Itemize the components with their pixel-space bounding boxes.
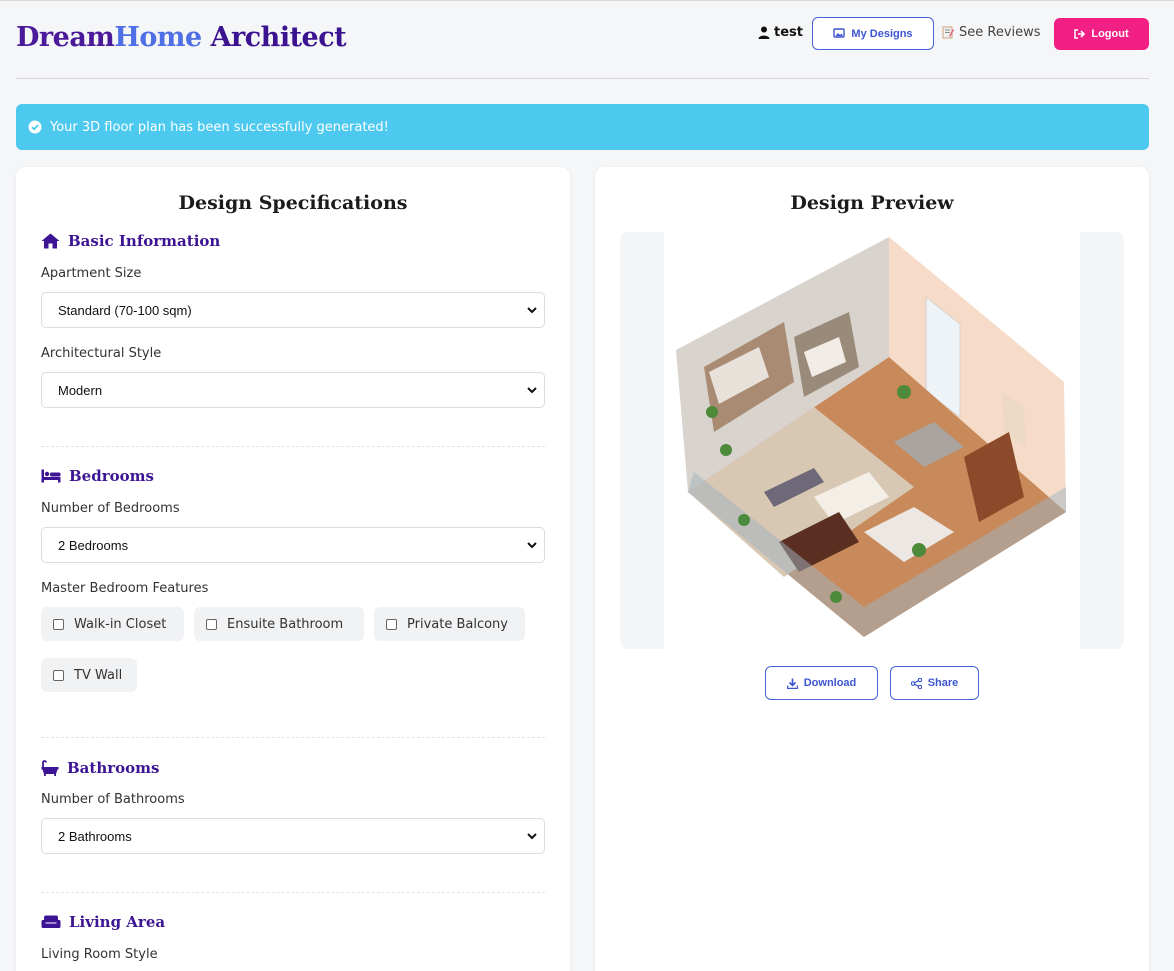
floor-plan-3d-image (664, 232, 1080, 649)
home-icon (41, 233, 60, 249)
bath-icon (41, 760, 59, 776)
apartment-size-label: Apartment Size (41, 266, 142, 281)
number-of-bathrooms-label: Number of Bathrooms (41, 792, 185, 807)
master-bedroom-features-label: Master Bedroom Features (41, 581, 209, 596)
user-indicator: test (758, 25, 803, 40)
floor-plan-illustration (676, 237, 1066, 637)
number-of-bathrooms-select[interactable]: 2 Bathrooms (41, 818, 545, 854)
memo-icon (942, 26, 954, 39)
design-specifications-card: Design Specifications Basic Information … (16, 167, 570, 971)
brand-architect: Architect (201, 22, 347, 53)
bathrooms-label: Bathrooms (67, 759, 160, 777)
bedrooms-heading: Bedrooms (41, 467, 154, 485)
design-preview-card: Design Preview Download Share (595, 167, 1149, 971)
share-label: Share (927, 677, 959, 689)
section-divider (41, 737, 545, 738)
checkbox-box[interactable] (386, 618, 397, 630)
chevron-down-icon (527, 542, 537, 549)
preview-image-container (620, 232, 1124, 649)
chevron-down-icon (527, 833, 537, 840)
living-area-heading: Living Area (41, 913, 165, 931)
logout-label: Logout (1091, 28, 1129, 40)
download-label: Download (803, 677, 857, 689)
brand-dream: Dream (16, 22, 115, 53)
see-reviews-label: See Reviews (959, 25, 1041, 40)
checkbox-box[interactable] (53, 618, 64, 630)
apartment-size-select[interactable]: Standard (70-100 sqm) (41, 292, 545, 328)
user-icon (758, 26, 770, 39)
specifications-title: Design Specifications (178, 192, 408, 214)
alert-message: Your 3D floor plan has been successfully… (50, 119, 389, 135)
living-area-label: Living Area (69, 913, 166, 931)
walk-in-closet-checkbox[interactable]: Walk-in Closet (41, 607, 184, 641)
number-of-bedrooms-value: 2 Bedrooms (58, 537, 129, 553)
images-icon (833, 28, 846, 38)
download-button[interactable]: Download (765, 666, 878, 700)
architectural-style-select[interactable]: Modern (41, 372, 545, 408)
my-designs-button[interactable]: My Designs (812, 17, 934, 50)
my-designs-label: My Designs (851, 27, 913, 40)
living-room-style-label: Living Room Style (41, 947, 158, 962)
ensuite-bathroom-checkbox[interactable]: Ensuite Bathroom (194, 607, 364, 641)
number-of-bedrooms-select[interactable]: 2 Bedrooms (41, 527, 545, 563)
download-icon (786, 678, 798, 689)
see-reviews-link[interactable]: See Reviews (942, 25, 1041, 40)
brand-home: Home (114, 22, 202, 53)
bedrooms-label: Bedrooms (69, 467, 154, 485)
basic-information-heading: Basic Information (41, 232, 220, 250)
tv-wall-label: TV Wall (74, 667, 123, 683)
username: test (774, 25, 803, 40)
architectural-style-label: Architectural Style (41, 346, 162, 361)
chevron-down-icon (527, 307, 537, 314)
checkbox-box[interactable] (206, 618, 217, 630)
share-button[interactable]: Share (890, 666, 979, 700)
check-circle-icon (28, 120, 42, 134)
architectural-style-value: Modern (58, 382, 103, 398)
ensuite-bathroom-label: Ensuite Bathroom (227, 616, 344, 632)
apartment-size-value: Standard (70-100 sqm) (58, 302, 192, 318)
sign-out-icon (1074, 29, 1086, 39)
logout-button[interactable]: Logout (1054, 18, 1149, 50)
bed-icon (41, 469, 61, 483)
share-icon (910, 677, 922, 689)
checkbox-box[interactable] (53, 669, 64, 681)
section-divider (41, 446, 545, 447)
private-balcony-label: Private Balcony (407, 616, 508, 632)
number-of-bathrooms-value: 2 Bathrooms (58, 828, 132, 844)
success-alert: Your 3D floor plan has been successfully… (16, 104, 1149, 150)
number-of-bedrooms-label: Number of Bedrooms (41, 501, 180, 516)
brand-logo[interactable]: DreamHome Architect (16, 22, 347, 53)
walk-in-closet-label: Walk-in Closet (74, 616, 167, 632)
app-header: DreamHome Architect test My Designs See … (16, 0, 1149, 79)
tv-wall-checkbox[interactable]: TV Wall (41, 658, 137, 692)
couch-icon (41, 915, 61, 928)
bathrooms-heading: Bathrooms (41, 759, 159, 777)
chevron-down-icon (527, 387, 537, 394)
section-divider (41, 892, 545, 893)
preview-title: Design Preview (790, 192, 954, 214)
basic-information-label: Basic Information (68, 232, 221, 250)
private-balcony-checkbox[interactable]: Private Balcony (374, 607, 525, 641)
